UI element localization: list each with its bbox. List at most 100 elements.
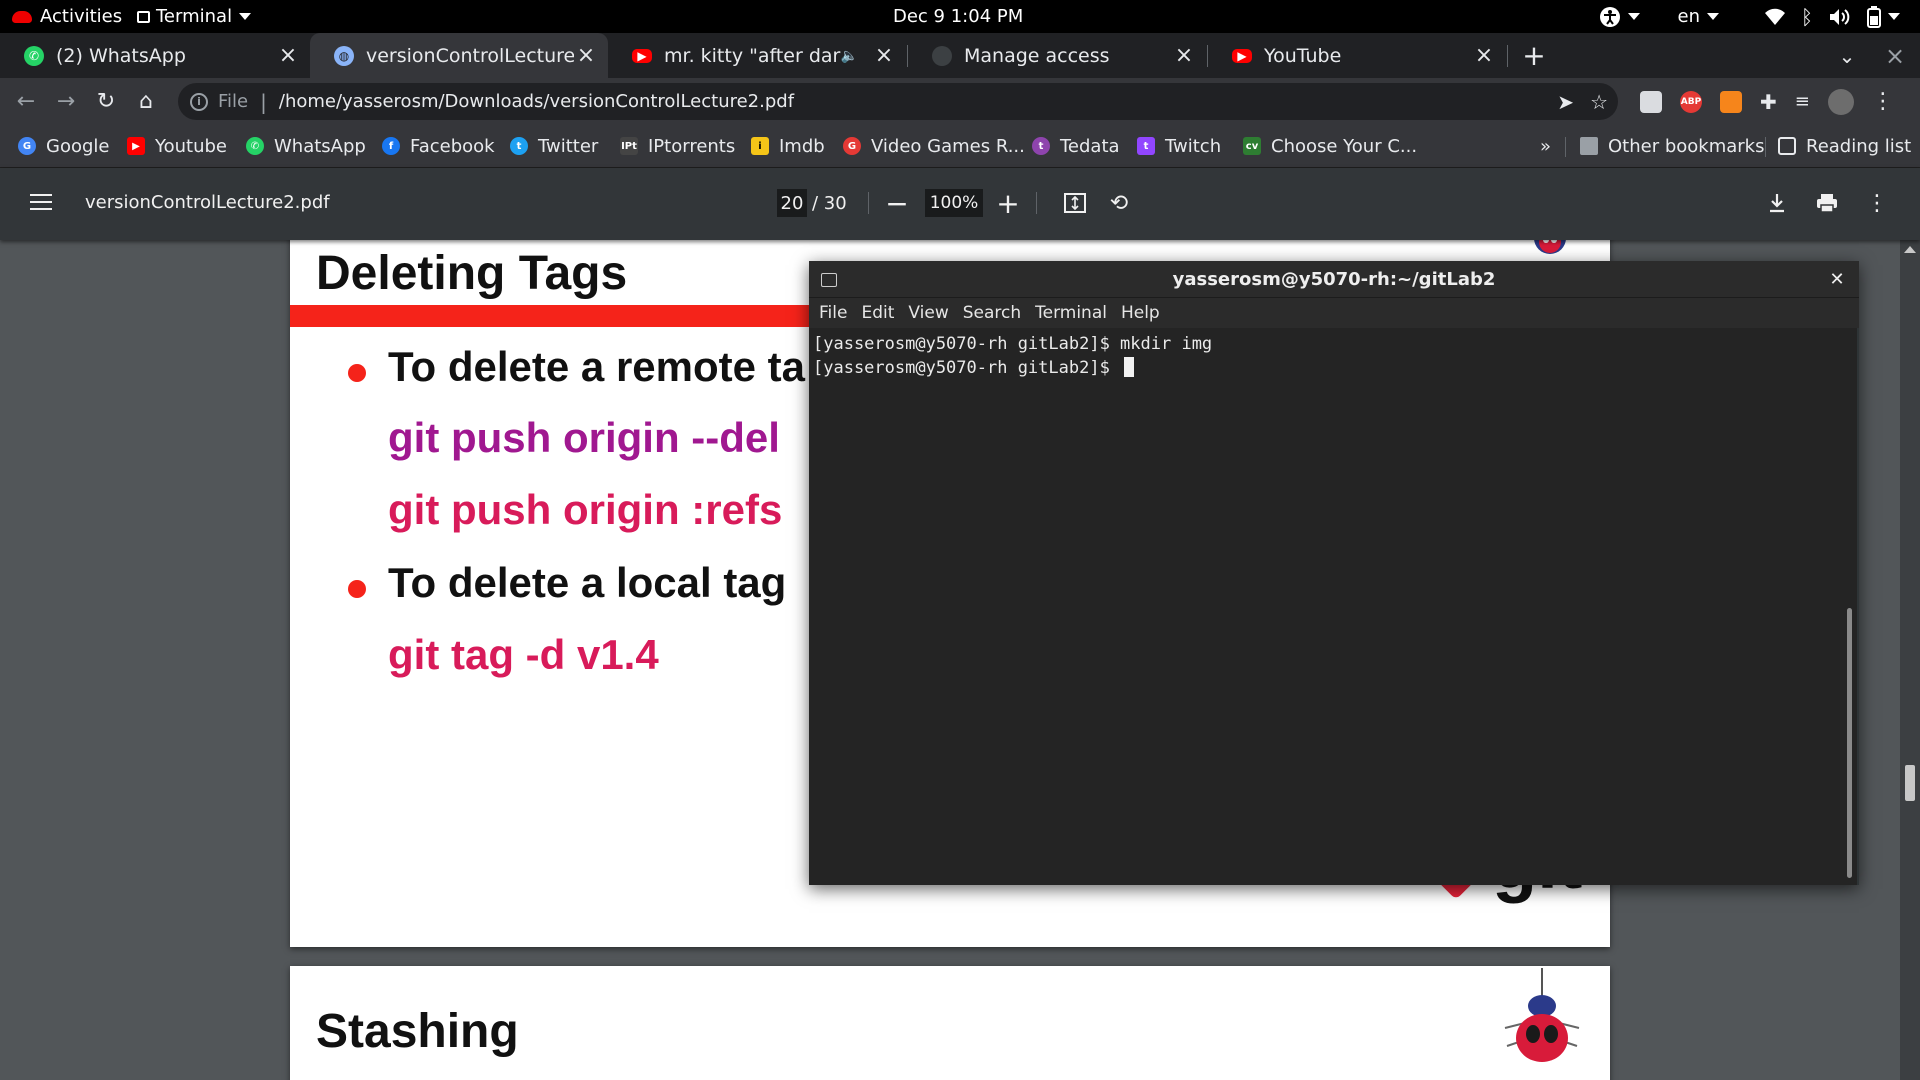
terminal-title: yasserosm@y5070-rh:~/gitLab2 (1172, 268, 1496, 290)
scroll-up-arrow-icon[interactable] (1904, 246, 1916, 253)
bluetooth-icon[interactable]: ᛒ (1801, 5, 1813, 29)
home-button[interactable]: ⌂ (128, 78, 164, 125)
close-icon[interactable]: × (574, 43, 598, 68)
pdf-scrollbar[interactable] (1900, 240, 1920, 1080)
youtube-icon: ▶ (127, 137, 145, 155)
bookmark-label: Google (46, 135, 110, 157)
more-actions-button[interactable]: ⋮ (1862, 188, 1892, 218)
bookmark-label: Video Games R... (871, 135, 1025, 157)
zoom-level-input[interactable]: 100% (925, 189, 983, 217)
puzzle-icon[interactable]: ✚ (1760, 90, 1777, 114)
gnome-top-bar: Activities Terminal Dec 9 1:04 PM en ᛒ (0, 0, 1920, 33)
reload-icon: ↻ (96, 89, 116, 114)
reload-button[interactable]: ↻ (88, 78, 124, 125)
bookmark-label: Imdb (779, 135, 825, 157)
tab-youtube[interactable]: ▶ YouTube × (1208, 33, 1506, 78)
bookmark-iptorrents[interactable]: IPt IPtorrents (620, 125, 735, 167)
menu-search[interactable]: Search (963, 303, 1021, 323)
pdf-viewer-toolbar: versionControlLecture2.pdf 20 / 30 − 100… (0, 168, 1920, 240)
bookmark-facebook[interactable]: f Facebook (382, 125, 495, 167)
tab-manage-access[interactable]: Manage access × (908, 33, 1206, 78)
url-text[interactable]: /home/yasserosm/Downloads/versionControl… (279, 91, 794, 112)
bookmarks-bar: G Google ▶ Youtube ✆ WhatsApp f Facebook… (0, 125, 1920, 168)
twitter-icon: t (510, 137, 528, 155)
url-scheme-label: File (218, 91, 249, 112)
terminal-scrollbar[interactable] (1844, 328, 1857, 885)
accessibility-menu[interactable] (1599, 6, 1640, 28)
terminal-menubar: File Edit View Search Terminal Help (809, 298, 1859, 328)
gamespot-icon: G (843, 137, 861, 155)
metamask-icon[interactable] (1720, 90, 1742, 113)
kebab-menu-icon[interactable]: ⋮ (1872, 89, 1894, 114)
tab-search-button[interactable]: ⌄ (1832, 33, 1862, 78)
clock[interactable]: Dec 9 1:04 PM (893, 0, 1023, 33)
menu-view[interactable]: View (908, 303, 948, 323)
page-number-input[interactable]: 20 (777, 189, 807, 217)
terminal-close-button[interactable]: ✕ (1825, 267, 1849, 291)
forward-button[interactable]: → (48, 78, 84, 125)
home-icon: ⌂ (139, 89, 153, 114)
terminal-window[interactable]: yasserosm@y5070-rh:~/gitLab2 ✕ File Edit… (809, 261, 1859, 885)
bookmark-whatsapp[interactable]: ✆ WhatsApp (246, 125, 366, 167)
tab-title: Manage access (964, 44, 1110, 67)
bookmark-twitter[interactable]: t Twitter (510, 125, 598, 167)
bookmark-video-games[interactable]: G Video Games R... (843, 125, 1025, 167)
fit-to-page-button[interactable] (1060, 188, 1090, 218)
close-icon[interactable]: × (1172, 43, 1196, 68)
audio-playing-icon[interactable]: 🔈 (841, 48, 858, 64)
terminal-titlebar[interactable]: yasserosm@y5070-rh:~/gitLab2 ✕ (809, 261, 1859, 298)
close-icon[interactable]: × (276, 43, 300, 68)
bookmark-tedata[interactable]: t Tedata (1032, 125, 1120, 167)
rotate-button[interactable]: ⟲ (1104, 188, 1134, 218)
other-bookmarks[interactable]: Other bookmarks (1580, 125, 1764, 167)
menu-help[interactable]: Help (1121, 303, 1160, 323)
tab-pdf-active[interactable]: ◍ versionControlLecture2.pdf × (310, 33, 608, 78)
tab-whatsapp[interactable]: ✆ (2) WhatsApp × (0, 33, 310, 78)
window-close-button[interactable]: × (1880, 33, 1910, 78)
zoom-out-button[interactable]: − (882, 186, 912, 220)
profile-avatar[interactable] (1827, 88, 1854, 115)
close-icon[interactable]: × (1472, 43, 1496, 68)
scrollbar-thumb[interactable] (1847, 608, 1852, 878)
adblock-plus-icon[interactable]: ABP (1680, 90, 1702, 113)
terminal-output[interactable]: [yasserosm@y5070-rh gitLab2]$ mkdir img … (809, 328, 1844, 885)
bookmark-google[interactable]: G Google (18, 125, 109, 167)
app-menu-terminal[interactable]: Terminal (137, 0, 252, 33)
tab-youtube-music[interactable]: ▶ mr. kitty "after dark" + | 🔈 × (608, 33, 906, 78)
back-button[interactable]: ← (8, 78, 44, 125)
new-tab-button[interactable]: + (1519, 33, 1549, 78)
bookmark-imdb[interactable]: i Imdb (751, 125, 825, 167)
bookmark-choose-your-c[interactable]: cv Choose Your C... (1243, 125, 1417, 167)
print-button[interactable] (1812, 188, 1842, 218)
battery-menu[interactable] (1867, 5, 1900, 28)
activities-button[interactable]: Activities (12, 0, 122, 33)
menu-icon[interactable] (30, 194, 52, 212)
pdf-filename: versionControlLecture2.pdf (85, 191, 330, 213)
volume-icon[interactable] (1829, 8, 1851, 26)
zoom-in-button[interactable]: + (993, 186, 1023, 220)
menu-edit[interactable]: Edit (861, 303, 894, 323)
bookmarks-overflow-button[interactable]: » (1540, 125, 1551, 167)
media-control-icon[interactable]: ≡ (1795, 91, 1810, 112)
bookmark-star-icon[interactable]: ☆ (1590, 90, 1608, 114)
reading-list[interactable]: Reading list (1778, 125, 1911, 167)
terminal-prompt: [yasserosm@y5070-rh gitLab2]$ (813, 358, 1121, 378)
page-icon[interactable] (1640, 90, 1662, 113)
tab-title: YouTube (1264, 44, 1342, 67)
close-icon[interactable]: × (872, 43, 896, 68)
info-icon[interactable]: i (190, 92, 208, 111)
scrollbar-thumb[interactable] (1905, 765, 1915, 801)
bookmark-label: Tedata (1060, 135, 1120, 157)
download-button[interactable] (1762, 188, 1792, 218)
menu-file[interactable]: File (819, 303, 847, 323)
bookmark-youtube[interactable]: ▶ Youtube (127, 125, 227, 167)
terminal-icon (137, 10, 150, 23)
address-bar[interactable]: i File | /home/yasserosm/Downloads/versi… (178, 83, 1618, 120)
battery-icon (1867, 5, 1881, 28)
toolbar-separator (868, 192, 869, 214)
language-menu[interactable]: en (1678, 6, 1719, 27)
wifi-icon[interactable] (1765, 8, 1785, 26)
bookmark-twitch[interactable]: t Twitch (1137, 125, 1221, 167)
menu-terminal[interactable]: Terminal (1035, 303, 1107, 323)
send-to-device-icon[interactable]: ➤ (1557, 90, 1574, 114)
